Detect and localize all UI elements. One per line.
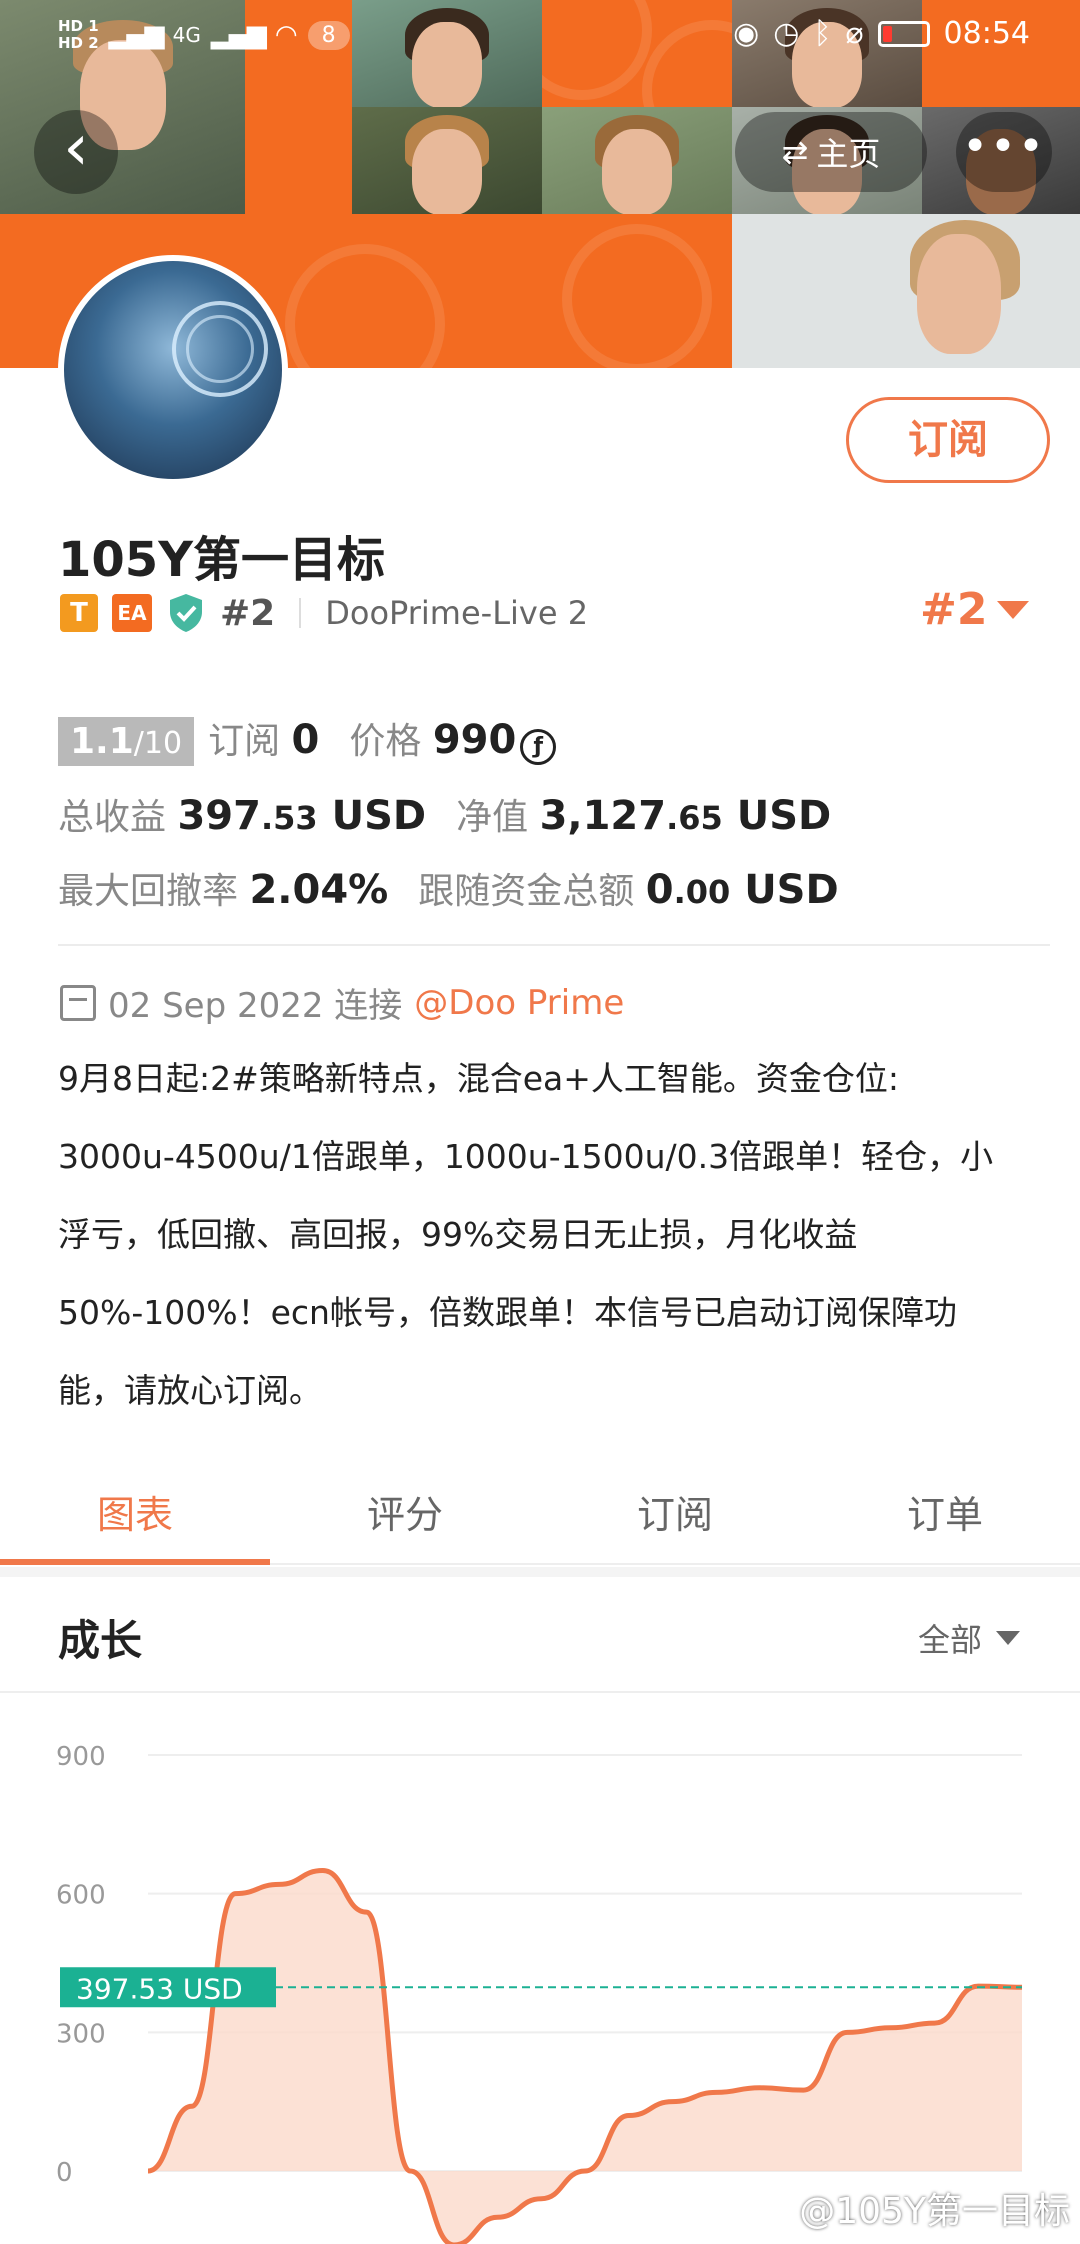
tab-chart[interactable]: 图表	[0, 1465, 270, 1565]
rank-dropdown[interactable]: #2	[920, 584, 1030, 635]
verified-shield-icon	[170, 594, 202, 632]
stats-row-3: 最大回撤率 2.04% 跟随资金总额 0.00 USD	[58, 862, 839, 914]
growth-chart[interactable]: 900 600 300 0 397.53 USD	[0, 1695, 1080, 2244]
signal-icon: ▂▄▆	[210, 20, 267, 50]
caret-down-icon	[997, 600, 1030, 619]
y-tick-label: 900	[56, 1742, 106, 1772]
subscribe-button[interactable]: 订阅	[846, 397, 1050, 483]
connection-date: 02 Sep 2022 连接	[108, 986, 403, 1026]
drawdown-value: 2.04%	[249, 867, 389, 913]
notification-count: 8	[307, 20, 350, 50]
price-label: 价格	[349, 721, 422, 762]
follow-funds-label: 跟随资金总额	[418, 871, 635, 912]
score-badge: 1.1/10	[58, 717, 195, 766]
broker-link[interactable]: @Doo Prime	[414, 983, 624, 1023]
current-value-label: 397.53 USD	[76, 1972, 243, 2005]
banner-photo-tile	[732, 214, 1080, 368]
status-time: 08:54	[943, 16, 1030, 51]
home-button[interactable]: ⇄ 主页	[735, 112, 927, 192]
signal-icon: ▂▄▆	[108, 20, 165, 50]
coin-icon: ƒ	[520, 729, 557, 765]
range-filter-label: 全部	[917, 1621, 982, 1659]
banner-photo-tile	[352, 107, 542, 214]
y-tick-label: 600	[56, 1881, 106, 1911]
back-button[interactable]: ‹	[34, 110, 118, 194]
home-label: 主页	[816, 135, 881, 173]
status-bar: HD 1 HD 2 ▂▄▆ 4G ▂▄▆ ◠ 8 ◉ ◷ ᛒ ⌀ 08:54	[0, 14, 1080, 64]
calendar-icon	[60, 984, 96, 1021]
more-button[interactable]: •••	[956, 112, 1052, 192]
swap-icon: ⇄	[781, 133, 809, 171]
banner-pattern-tile	[542, 214, 732, 368]
range-filter[interactable]: 全部	[918, 1615, 1020, 1661]
profile-name: 105Y第一目标	[58, 532, 385, 588]
tab-bar: 图表 评分 订阅 订单	[0, 1465, 1080, 1565]
y-tick-label: 0	[56, 2158, 73, 2188]
server-label: DooPrime-Live 2	[325, 594, 589, 632]
watermark: @105Y第一目标	[799, 2191, 1070, 2232]
eye-icon: ◉	[733, 16, 760, 51]
battery-icon	[877, 20, 930, 47]
network-label: 4G	[172, 23, 201, 47]
stats-row-1: 1.1/10 订阅 0 价格 990 ƒ	[58, 712, 557, 766]
equity-label: 净值	[456, 797, 529, 838]
connection-row: 02 Sep 2022 连接 @Doo Prime	[60, 978, 624, 1027]
rank-dropdown-label: #2	[920, 584, 988, 635]
growth-header: 成长 全部	[0, 1577, 1080, 1693]
signal-description: 9月8日起:2#策略新特点，混合ea+人工智能。资金仓位: 3000u-4500…	[58, 1059, 994, 1410]
equity-value: 3,127.65 USD	[539, 793, 832, 839]
follow-funds-value: 0.00 USD	[645, 867, 839, 913]
trader-badge: T	[60, 594, 98, 632]
y-tick-label: 300	[56, 2019, 106, 2049]
alarm-icon: ◷	[773, 16, 800, 51]
badge-row: T EA #2 DooPrime-Live 2	[60, 592, 588, 634]
growth-title: 成长	[58, 1616, 143, 1665]
total-profit-value: 397.53 USD	[177, 793, 427, 839]
subscribe-count-label: 订阅	[208, 721, 281, 762]
stats-row-2: 总收益 397.53 USD 净值 3,127.65 USD	[58, 788, 831, 840]
bluetooth-icon: ᛒ	[813, 16, 832, 51]
rank-label: #2	[220, 592, 276, 634]
drawdown-label: 最大回撤率	[58, 871, 239, 912]
wifi-icon: ◠	[274, 20, 298, 50]
caret-down-icon	[996, 1631, 1020, 1645]
total-profit-label: 总收益	[58, 797, 167, 838]
mute-icon: ⌀	[845, 16, 864, 51]
ea-badge: EA	[112, 594, 152, 632]
tab-orders[interactable]: 订单	[810, 1465, 1080, 1563]
more-icon: •••	[962, 121, 1046, 172]
tab-rating[interactable]: 评分	[270, 1465, 540, 1563]
badge-divider	[299, 598, 302, 628]
banner-photo-tile	[542, 107, 732, 214]
avatar[interactable]	[58, 255, 288, 485]
banner-pattern-tile	[245, 214, 542, 368]
price-value: 990	[432, 717, 517, 763]
subscribe-count-value: 0	[291, 717, 320, 763]
section-divider	[58, 944, 1050, 946]
section-gap	[0, 1567, 1080, 1577]
hd-indicator: HD 1 HD 2	[58, 17, 99, 52]
tab-subscriptions[interactable]: 订阅	[540, 1465, 810, 1563]
chevron-left-icon: ‹	[63, 111, 89, 185]
